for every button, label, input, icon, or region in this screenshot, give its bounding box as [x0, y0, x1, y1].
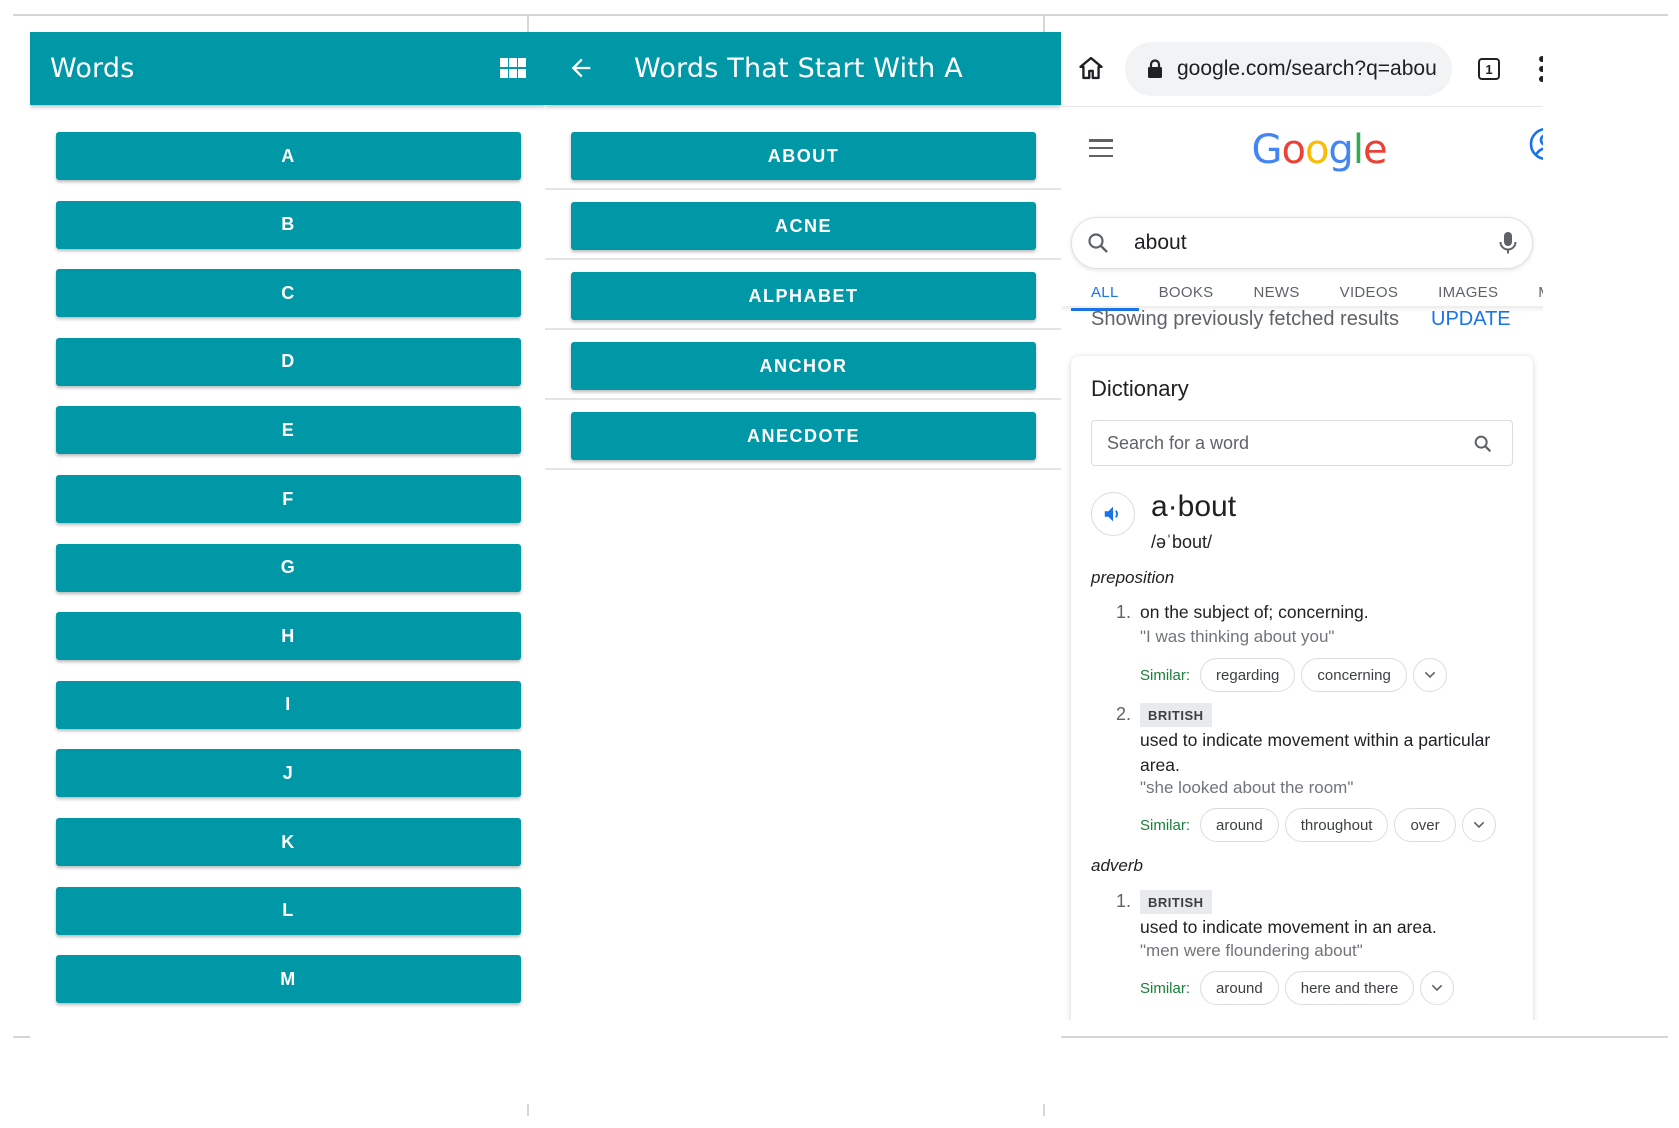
app-bar: Words — [30, 32, 546, 105]
similar-words: Similar: regarding concerning — [1140, 658, 1447, 692]
region-badge: BRITISH — [1140, 890, 1212, 914]
expand-similar-button[interactable] — [1461, 808, 1496, 842]
phonetic: /əˈbout/ — [1151, 532, 1213, 552]
tab-videos[interactable]: VIDEOS — [1320, 284, 1418, 311]
definition-number: 1. — [1116, 891, 1132, 911]
chevron-down-icon — [1432, 984, 1443, 992]
dictionary-search-placeholder: Search for a word — [1107, 432, 1250, 453]
fetched-notice: Showing previously fetched results — [1091, 308, 1399, 330]
similar-chip[interactable]: over — [1394, 808, 1456, 842]
list-divider — [545, 398, 1061, 400]
part-of-speech: adverb — [1091, 856, 1143, 875]
more-menu-icon[interactable] — [1539, 56, 1543, 82]
speaker-icon — [1104, 506, 1118, 522]
back-arrow-icon[interactable] — [567, 54, 595, 82]
letter-button-a[interactable]: A — [56, 132, 521, 180]
chevron-down-icon — [1473, 821, 1484, 829]
tab-maps[interactable]: MAPS — [1518, 284, 1543, 311]
letter-button-m[interactable]: M — [56, 955, 521, 1004]
definition-number: 1. — [1116, 602, 1132, 622]
grid-view-icon[interactable] — [500, 58, 526, 78]
dictionary-title: Dictionary — [1091, 376, 1189, 401]
definition-example: "I was thinking about you" — [1140, 627, 1335, 646]
definition-text: used to indicate movement in an area. — [1140, 917, 1437, 937]
letter-button-g[interactable]: G — [56, 543, 521, 592]
similar-chip[interactable]: throughout — [1284, 808, 1389, 842]
letter-button-i[interactable]: I — [56, 680, 521, 729]
letter-button-c[interactable]: C — [56, 269, 521, 318]
tab-news[interactable]: NEWS — [1233, 284, 1319, 311]
pronunciation-button[interactable] — [1091, 492, 1135, 536]
definition-example: "she looked about the room" — [1140, 778, 1354, 797]
search-tabs: ALLBOOKSNEWSVIDEOSIMAGESMAPS — [1071, 277, 1543, 311]
app-title: Words That Start With A — [634, 53, 963, 84]
region-badge: BRITISH — [1140, 703, 1212, 727]
word-button-about[interactable]: ABOUT — [571, 132, 1036, 180]
list-divider — [545, 328, 1061, 330]
part-of-speech: preposition — [1091, 568, 1175, 587]
expand-similar-button[interactable] — [1412, 658, 1447, 692]
browser-toolbar: google.com/search?q=abou 1 — [1061, 32, 1543, 106]
word-button-anchor[interactable]: ANCHOR — [571, 342, 1036, 390]
word-button-acne[interactable]: ACNE — [571, 202, 1036, 250]
word-button-alphabet[interactable]: ALPHABET — [571, 272, 1036, 320]
letter-button-h[interactable]: H — [56, 612, 521, 661]
letter-button-b[interactable]: B — [56, 200, 521, 249]
word-button-anecdote[interactable]: ANECDOTE — [571, 412, 1036, 460]
account-icon[interactable] — [1529, 127, 1543, 161]
chevron-down-icon — [1424, 671, 1436, 679]
letter-button-f[interactable]: F — [56, 475, 521, 523]
search-icon — [1088, 233, 1108, 253]
letter-button-j[interactable]: J — [56, 749, 521, 798]
search-input[interactable]: about — [1071, 217, 1533, 269]
similar-label: Similar: — [1140, 979, 1191, 997]
tab-switcher-button[interactable]: 1 — [1478, 58, 1500, 80]
definition-text: used to indicate movement within a parti… — [1140, 730, 1491, 775]
top-divider — [13, 14, 1668, 16]
list-divider — [545, 468, 1061, 470]
app-title: Words — [50, 53, 135, 84]
similar-chip[interactable]: here and there — [1284, 971, 1415, 1005]
update-button[interactable]: UPDATE — [1431, 308, 1511, 331]
browser-screen: google.com/search?q=abou 1 Google about — [1061, 32, 1543, 1020]
letter-button-k[interactable]: K — [56, 818, 521, 866]
words-a-screen: Words That Start With A ABOUT ACNE ALPHABE… — [545, 32, 1061, 1104]
tab-books[interactable]: BOOKS — [1139, 284, 1234, 311]
dictionary-search-input[interactable]: Search for a word — [1091, 420, 1513, 466]
similar-label: Similar: — [1140, 816, 1191, 834]
similar-words: Similar: around here and there — [1140, 971, 1455, 1005]
list-divider — [545, 188, 1061, 190]
definition-text: on the subject of; concerning. — [1140, 602, 1369, 622]
letter-button-e[interactable]: E — [56, 406, 521, 455]
google-logo[interactable]: Google — [1061, 127, 1543, 173]
microphone-icon[interactable] — [1496, 230, 1520, 256]
tab-images[interactable]: IMAGES — [1418, 284, 1518, 311]
search-query: about — [1134, 231, 1187, 254]
similar-words: Similar: around throughout over — [1140, 808, 1496, 842]
definition-number: 2. — [1116, 704, 1132, 724]
list-divider — [545, 258, 1061, 260]
letter-button-d[interactable]: D — [56, 337, 521, 386]
tab-all[interactable]: ALL — [1071, 284, 1139, 311]
headword: a·bout — [1151, 490, 1237, 523]
similar-chip[interactable]: around — [1200, 971, 1279, 1005]
google-header: Google about ALLBOOKSNEWSVIDEOSIMAGESMAP… — [1061, 106, 1543, 311]
home-icon[interactable] — [1077, 54, 1105, 82]
app-bar: Words That Start With A — [545, 32, 1061, 105]
expand-similar-button[interactable] — [1420, 971, 1455, 1005]
words-screen: Words ABCDEFGHIJKLM — [30, 32, 546, 1104]
definition-example: "men were floundering about" — [1140, 941, 1363, 960]
url-text: google.com/search?q=abou — [1177, 57, 1437, 80]
similar-label: Similar: — [1140, 666, 1191, 684]
letter-button-l[interactable]: L — [56, 886, 521, 935]
lock-icon — [1148, 59, 1162, 78]
similar-chip[interactable]: concerning — [1301, 658, 1407, 692]
similar-chip[interactable]: regarding — [1200, 658, 1296, 692]
search-icon[interactable] — [1472, 433, 1494, 455]
address-bar[interactable]: google.com/search?q=abou — [1125, 42, 1452, 96]
similar-chip[interactable]: around — [1200, 808, 1279, 842]
dictionary-card: Dictionary Search for a word a·bout /əˈb… — [1071, 356, 1533, 1020]
